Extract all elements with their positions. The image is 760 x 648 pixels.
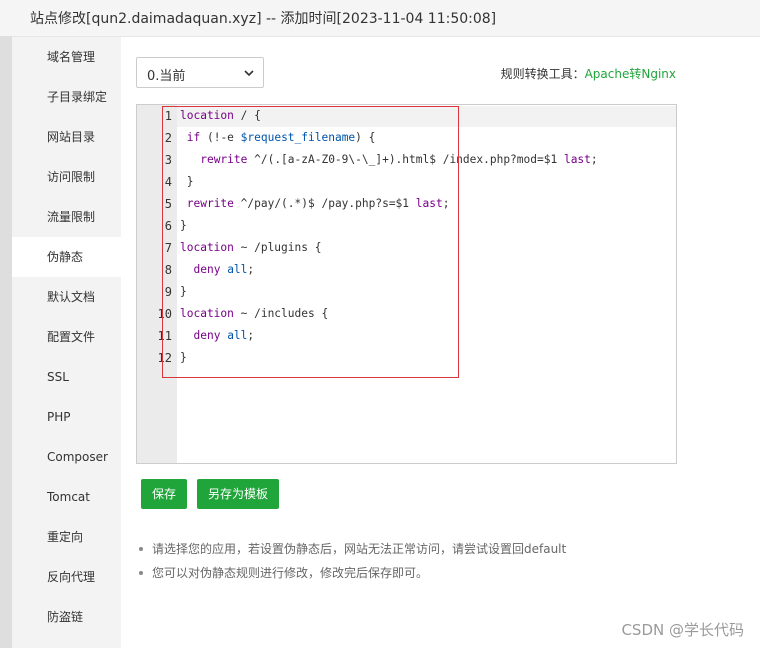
watermark: CSDN @学长代码 xyxy=(621,621,744,639)
sidebar-item-label: SSL xyxy=(47,370,69,384)
sidebar-item-site-directory[interactable]: 网站目录 xyxy=(12,117,121,157)
window-title: 站点修改[qun2.daimadaquan.xyz] -- 添加时间[2023-… xyxy=(30,11,497,27)
line-number: 9 xyxy=(164,285,172,299)
sidebar-item-label: Composer xyxy=(47,450,108,464)
sidebar-item-label: 域名管理 xyxy=(47,50,96,64)
sidebar-item-traffic-limit[interactable]: 流量限制 xyxy=(12,197,121,237)
sidebar-item-composer[interactable]: Composer xyxy=(12,437,121,477)
sidebar: 域名管理 子目录绑定 网站目录 访问限制 流量限制 伪静态 默认文档 配置文件 … xyxy=(12,37,121,648)
line-number: 12 xyxy=(157,351,172,365)
rule-convert-tools: 规则转换工具：Apache转Nginx xyxy=(501,65,676,82)
tips-list: 请选择您的应用，若设置伪静态后，网站无法正常访问，请尝试设置回default 您… xyxy=(137,537,566,585)
line-number: 5 xyxy=(164,197,172,211)
save-as-template-button[interactable]: 另存为模板 xyxy=(197,479,279,509)
line-number: 6 xyxy=(164,219,172,233)
title-bar: 站点修改[qun2.daimadaquan.xyz] -- 添加时间[2023-… xyxy=(0,0,760,37)
sidebar-item-label: 网站目录 xyxy=(47,130,96,144)
chevron-down-icon xyxy=(244,70,254,77)
line-number: 10 xyxy=(157,307,172,321)
sidebar-item-label: 访问限制 xyxy=(47,170,96,184)
save-button[interactable]: 保存 xyxy=(141,479,187,509)
line-number: 11 xyxy=(157,329,172,343)
sidebar-item-label: 流量限制 xyxy=(47,210,96,224)
code-line: location / { xyxy=(180,109,261,122)
sidebar-item-label: 配置文件 xyxy=(47,330,96,344)
sidebar-item-php[interactable]: PHP xyxy=(12,397,121,437)
line-number: 8 xyxy=(164,263,172,277)
sidebar-item-domain[interactable]: 域名管理 xyxy=(12,37,121,77)
sidebar-item-label: 重定向 xyxy=(47,530,84,544)
sidebar-item-access-limit[interactable]: 访问限制 xyxy=(12,157,121,197)
line-number: 7 xyxy=(164,241,172,255)
apache-to-nginx-link[interactable]: Apache转Nginx xyxy=(585,67,676,81)
code-line: } xyxy=(180,175,194,188)
rewrite-template-select[interactable]: 0.当前 xyxy=(136,57,264,88)
code-line: location ~ /includes { xyxy=(180,307,329,320)
code-line: rewrite ^/(.[a-zA-Z0-9\-\_]+).html$ /ind… xyxy=(200,153,598,166)
sidebar-item-label: 反向代理 xyxy=(47,570,96,584)
sidebar-item-subdirectory[interactable]: 子目录绑定 xyxy=(12,77,121,117)
sidebar-item-label: 子目录绑定 xyxy=(47,90,108,104)
sidebar-item-config-file[interactable]: 配置文件 xyxy=(12,317,121,357)
sidebar-item-label: PHP xyxy=(47,410,71,424)
code-line: rewrite ^/pay/(.*)$ /pay.php?s=$1 last; xyxy=(186,197,450,210)
sidebar-item-redirect[interactable]: 重定向 xyxy=(12,517,121,557)
line-number: 1 xyxy=(164,109,172,123)
code-line: } xyxy=(180,351,187,364)
sidebar-item-label: 默认文档 xyxy=(47,290,96,304)
code-line: } xyxy=(180,285,187,298)
sidebar-item-ssl[interactable]: SSL xyxy=(12,357,121,397)
sidebar-item-hotlink-protection[interactable]: 防盗链 xyxy=(12,597,121,637)
sidebar-item-reverse-proxy[interactable]: 反向代理 xyxy=(12,557,121,597)
main-content: 0.当前 规则转换工具：Apache转Nginx 1 2 3 4 5 6 7 8… xyxy=(121,37,760,648)
code-line: } xyxy=(180,219,187,232)
line-number: 2 xyxy=(164,131,172,145)
code-line: deny all; xyxy=(193,263,255,276)
sidebar-item-label: 伪静态 xyxy=(47,250,84,264)
tip-item: 请选择您的应用，若设置伪静态后，网站无法正常访问，请尝试设置回default xyxy=(137,537,566,561)
sidebar-item-rewrite[interactable]: 伪静态 xyxy=(12,237,121,277)
select-value: 0.当前 xyxy=(147,69,186,84)
line-number: 3 xyxy=(164,153,172,167)
sidebar-item-label: 防盗链 xyxy=(47,610,84,624)
code-editor[interactable]: 1 2 3 4 5 6 7 8 9 10 11 12 location / { … xyxy=(136,104,677,464)
code-line: location ~ /plugins { xyxy=(180,241,322,254)
tip-item: 您可以对伪静态规则进行修改，修改完后保存即可。 xyxy=(137,561,566,585)
left-edge xyxy=(0,36,12,648)
line-number: 4 xyxy=(164,175,172,189)
tools-label: 规则转换工具： xyxy=(500,67,585,81)
code-line: deny all; xyxy=(193,329,255,342)
sidebar-item-tomcat[interactable]: Tomcat xyxy=(12,477,121,517)
code-line: if (!-e $request_filename) { xyxy=(186,131,376,144)
sidebar-item-default-document[interactable]: 默认文档 xyxy=(12,277,121,317)
sidebar-item-label: Tomcat xyxy=(47,490,90,504)
